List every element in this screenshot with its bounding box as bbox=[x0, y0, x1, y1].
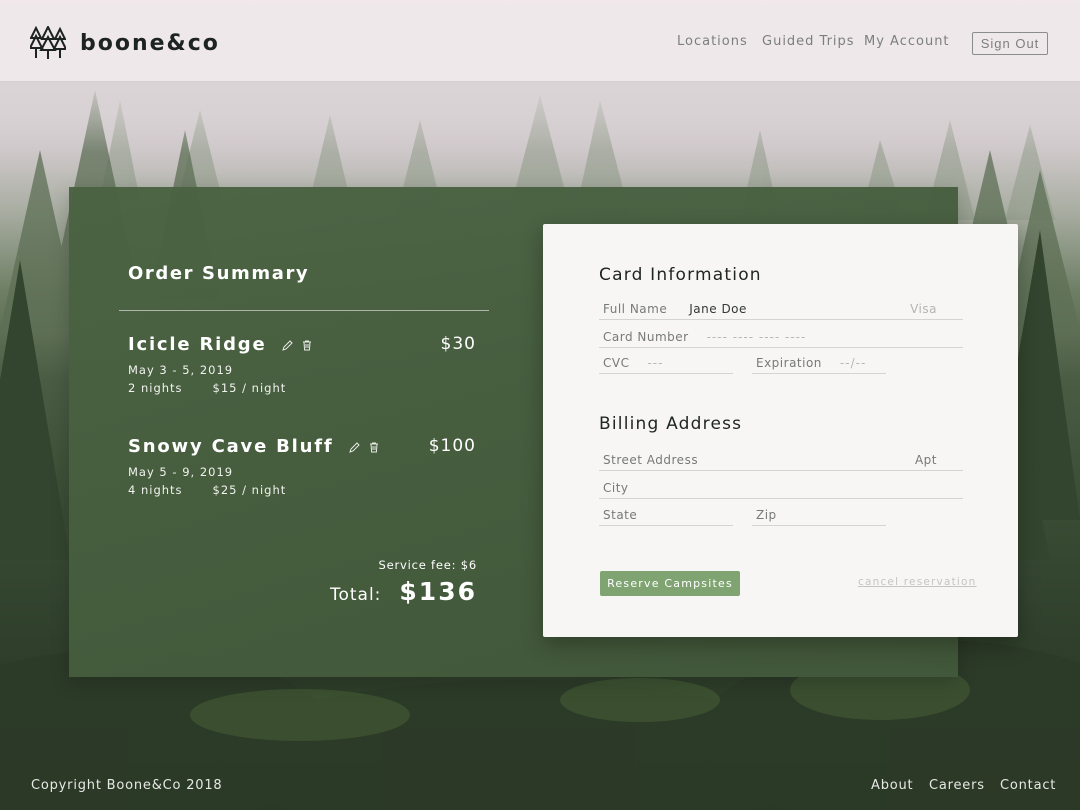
service-fee: Service fee: $6 bbox=[378, 558, 477, 572]
pencil-icon[interactable] bbox=[281, 336, 293, 355]
nav-guided-trips[interactable]: Guided Trips bbox=[762, 34, 855, 49]
item-actions bbox=[345, 437, 379, 457]
zip-label: Zip bbox=[756, 507, 777, 522]
cvc-placeholder: --- bbox=[647, 355, 664, 370]
main-nav-2: Guided Trips bbox=[762, 34, 855, 49]
billing-address-title: Billing Address bbox=[599, 414, 743, 434]
cancel-reservation-link[interactable]: cancel reservation bbox=[858, 576, 977, 588]
cvc-label: CVC bbox=[603, 355, 630, 370]
main-nav-3: My Account bbox=[864, 34, 950, 49]
card-number-label: Card Number bbox=[603, 329, 689, 344]
expiration-field[interactable]: Expiration --/-- bbox=[752, 352, 886, 374]
total-row: Total: $136 bbox=[330, 577, 477, 606]
trash-icon[interactable] bbox=[369, 438, 379, 457]
item-price: $100 bbox=[428, 436, 476, 456]
item-name: Icicle Ridge bbox=[128, 334, 267, 355]
state-label: State bbox=[603, 507, 638, 522]
item-actions bbox=[278, 335, 312, 355]
item-rate: $15 / night bbox=[212, 381, 287, 395]
trash-icon[interactable] bbox=[302, 336, 312, 355]
item-dates: May 3 - 5, 2019 bbox=[128, 363, 234, 377]
pine-trees-icon bbox=[30, 26, 66, 60]
apt-label: Apt bbox=[914, 452, 937, 467]
footer-link-contact-wrap: Contact bbox=[1000, 778, 1056, 793]
order-summary-title: Order Summary bbox=[128, 263, 310, 284]
brand-name: boone&co bbox=[80, 30, 220, 56]
full-name-label: Full Name bbox=[603, 301, 668, 316]
reserve-campsites-button[interactable]: Reserve Campsites bbox=[600, 571, 740, 596]
zip-field[interactable]: Zip bbox=[752, 504, 886, 526]
top-header: boone&co Locations Guided Trips My Accou… bbox=[0, 0, 1080, 82]
item-nights: 2 nights bbox=[128, 381, 183, 395]
sign-out-button[interactable]: Sign Out bbox=[972, 32, 1048, 55]
card-information-title: Card Information bbox=[599, 265, 762, 285]
expiration-placeholder: --/-- bbox=[839, 355, 867, 370]
card-number-field[interactable]: Card Number ---- ---- ---- ---- bbox=[599, 326, 963, 348]
state-field[interactable]: State bbox=[599, 504, 733, 526]
item-meta: 2 nights $15 / night bbox=[128, 381, 478, 395]
total-label: Total: bbox=[329, 585, 382, 605]
total-value: $136 bbox=[399, 577, 477, 606]
nav-my-account[interactable]: My Account bbox=[864, 34, 950, 49]
street-address-field[interactable]: Street Address Apt bbox=[599, 449, 963, 471]
item-nights: 4 nights bbox=[128, 483, 183, 497]
item-price: $30 bbox=[440, 334, 476, 354]
card-type: Visa bbox=[910, 301, 937, 316]
expiration-label: Expiration bbox=[756, 355, 822, 370]
street-address-label: Street Address bbox=[603, 452, 699, 467]
payment-card: Card Information Full Name Jane Doe Visa… bbox=[543, 224, 1018, 637]
brand-logo[interactable]: boone&co bbox=[30, 26, 220, 60]
main-nav: Locations bbox=[677, 34, 748, 49]
item-name: Snowy Cave Bluff bbox=[128, 436, 334, 457]
item-rate: $25 / night bbox=[212, 483, 287, 497]
item-meta: 4 nights $25 / night bbox=[128, 483, 478, 497]
nav-locations[interactable]: Locations bbox=[677, 34, 748, 49]
cvc-field[interactable]: CVC --- bbox=[599, 352, 733, 374]
summary-divider bbox=[119, 310, 489, 311]
item-dates: May 5 - 9, 2019 bbox=[128, 465, 234, 479]
footer-link-careers-wrap: Careers bbox=[929, 778, 985, 793]
footer-link-contact[interactable]: Contact bbox=[1000, 778, 1056, 793]
order-item: Snowy Cave Bluff $100 May 5 - 9, 2019 4 … bbox=[128, 436, 478, 497]
footer-link-careers[interactable]: Careers bbox=[929, 778, 985, 793]
footer-link-about-wrap: About bbox=[871, 778, 913, 793]
full-name-field[interactable]: Full Name Jane Doe Visa bbox=[599, 298, 963, 320]
order-item: Icicle Ridge $30 May 3 - 5, 2019 2 night… bbox=[128, 334, 478, 395]
city-label: City bbox=[603, 480, 629, 495]
full-name-value: Jane Doe bbox=[689, 301, 747, 316]
footer-link-about[interactable]: About bbox=[871, 778, 913, 793]
copyright-text: Copyright Boone&Co 2018 bbox=[31, 778, 223, 793]
card-number-placeholder: ---- ---- ---- ---- bbox=[706, 329, 807, 344]
city-field[interactable]: City bbox=[599, 477, 963, 499]
pencil-icon[interactable] bbox=[348, 438, 360, 457]
